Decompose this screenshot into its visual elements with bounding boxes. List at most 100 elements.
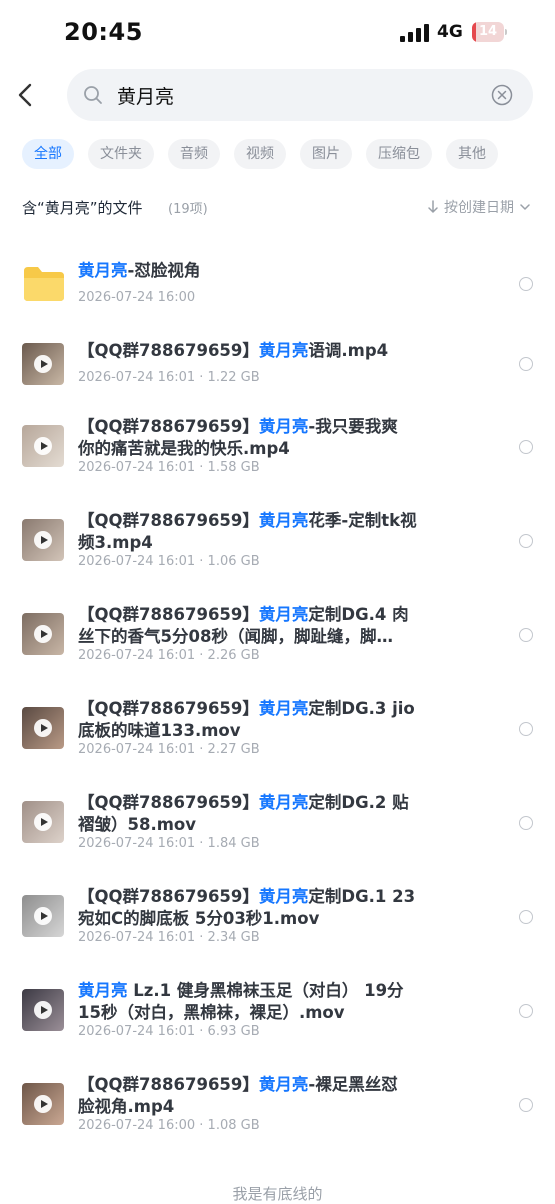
play-icon — [34, 531, 52, 549]
file-meta: 2026-07-24 16:01 · 2.34 GB — [78, 930, 260, 945]
keyword-highlight: 黄月亮 — [258, 511, 309, 530]
file-name: 【QQ群788679659】黄月亮-裸足黑丝怼 脸视角.mp4 — [78, 1074, 438, 1118]
filter-chip-archive[interactable]: 压缩包 — [366, 139, 432, 169]
file-name-line: 【QQ群788679659】黄月亮定制DG.2 贴 — [78, 792, 438, 814]
filter-chip-video[interactable]: 视频 — [234, 139, 286, 169]
file-name-line: 15秒（对白，黑棉袜，裸足）.mov — [78, 1002, 438, 1024]
file-name-text: 【QQ群788679659】 — [78, 417, 259, 436]
file-name: 【QQ群788679659】黄月亮定制DG.4 肉丝下的香气5分08秒（闻脚，脚… — [78, 604, 438, 648]
status-time: 20:45 — [64, 18, 143, 46]
select-radio[interactable] — [519, 628, 533, 642]
list-end-footer: 我是有底线的 — [232, 1185, 323, 1203]
file-name-text: 定制DG.4 肉 — [308, 605, 409, 624]
section-title: 含“黄月亮”的文件 — [22, 199, 143, 217]
file-name-line: 宛如C的脚底板 5分03秒1.mov — [78, 908, 438, 930]
filter-chip-image[interactable]: 图片 — [300, 139, 352, 169]
keyword-highlight: 黄月亮 — [258, 793, 309, 812]
file-name-text: 定制DG.1 23 — [308, 887, 416, 906]
file-name-line: 【QQ群788679659】黄月亮定制DG.3 jio — [78, 698, 438, 720]
status-bar: 20:45 4G 14 — [0, 0, 555, 64]
play-icon — [34, 1001, 52, 1019]
file-name-text: 脸视角.mp4 — [78, 1097, 175, 1116]
play-icon — [34, 719, 52, 737]
arrow-down-icon — [428, 200, 438, 213]
file-name: 黄月亮 Lz.1 健身黑棉袜玉足（对白） 19分 15秒（对白，黑棉袜，裸足）.m… — [78, 980, 438, 1024]
file-name-line: 你的痛苦就是我的快乐.mp4 — [78, 438, 438, 460]
select-radio[interactable] — [519, 534, 533, 548]
play-icon — [34, 437, 52, 455]
select-radio[interactable] — [519, 277, 533, 291]
keyword-highlight: 黄月亮 — [78, 981, 128, 1000]
file-meta: 2026-07-24 16:01 · 1.06 GB — [78, 554, 260, 569]
file-name-text: 褶皱）58.mov — [78, 815, 197, 834]
file-name-text: 【QQ群788679659】 — [78, 511, 259, 530]
file-name-text: 【QQ群788679659】 — [78, 341, 259, 360]
file-row[interactable]: 【QQ群788679659】黄月亮-我只要我爽 你的痛苦就是我的快乐.mp4 202… — [0, 400, 555, 494]
file-row[interactable]: 黄月亮 Lz.1 健身黑棉袜玉足（对白） 19分 15秒（对白，黑棉袜，裸足）.m… — [0, 964, 555, 1058]
network-type: 4G — [437, 22, 463, 42]
select-radio[interactable] — [519, 1098, 533, 1112]
sort-button[interactable]: 按创建日期 — [426, 197, 536, 217]
file-row[interactable]: 【QQ群788679659】黄月亮定制DG.1 23 宛如C的脚底板 5分03秒1… — [0, 870, 555, 964]
file-row[interactable]: 【QQ群788679659】黄月亮定制DG.2 贴褶皱）58.mov 2026-0… — [0, 776, 555, 870]
sort-label: 按创建日期 — [444, 200, 514, 216]
file-meta: 2026-07-24 16:01 · 2.27 GB — [78, 742, 260, 757]
search-icon — [84, 86, 102, 104]
chevron-down-icon — [520, 204, 530, 210]
select-radio[interactable] — [519, 1004, 533, 1018]
folder-icon — [24, 267, 64, 301]
play-icon — [34, 355, 52, 373]
file-meta: 2026-07-24 16:01 · 1.22 GB — [78, 370, 260, 385]
filter-chip-audio[interactable]: 音频 — [168, 139, 220, 169]
file-name-text: 【QQ群788679659】 — [78, 793, 259, 812]
file-name-line: 【QQ群788679659】黄月亮-裸足黑丝怼 — [78, 1074, 438, 1096]
file-name: 【QQ群788679659】黄月亮定制DG.2 贴褶皱）58.mov — [78, 792, 438, 836]
file-meta: 2026-07-24 16:01 · 1.58 GB — [78, 460, 260, 475]
file-name-text: -裸足黑丝怼 — [308, 1075, 398, 1094]
file-name-text: 15秒（对白，黑棉袜，裸足）.mov — [78, 1003, 345, 1022]
back-button[interactable] — [12, 80, 40, 110]
select-radio[interactable] — [519, 722, 533, 736]
keyword-highlight: 黄月亮 — [258, 887, 309, 906]
file-row[interactable]: 【QQ群788679659】黄月亮定制DG.4 肉丝下的香气5分08秒（闻脚，脚… — [0, 588, 555, 682]
video-thumbnail — [22, 989, 64, 1031]
file-name-line: 频3.mp4 — [78, 532, 438, 554]
file-row[interactable]: 【QQ群788679659】黄月亮花季-定制tk视 频3.mp4 2026-07-2… — [0, 494, 555, 588]
keyword-highlight: 黄月亮 — [258, 341, 309, 360]
file-row[interactable]: 【QQ群788679659】黄月亮-裸足黑丝怼 脸视角.mp4 2026-07-24… — [0, 1058, 555, 1152]
filter-chip-other[interactable]: 其他 — [446, 139, 498, 169]
filter-chip-all[interactable]: 全部 — [22, 139, 74, 169]
file-name-text: 丝下的香气5分08秒（闻脚，脚趾缝，脚… — [78, 627, 393, 646]
file-name-line: 【QQ群788679659】黄月亮-我只要我爽 — [78, 416, 438, 438]
select-radio[interactable] — [519, 910, 533, 924]
clear-icon[interactable] — [491, 84, 513, 106]
file-meta: 2026-07-24 16:00 — [78, 290, 196, 305]
filter-chip-folder[interactable]: 文件夹 — [88, 139, 154, 169]
file-name-text: 【QQ群788679659】 — [78, 605, 259, 624]
file-name-text: 【QQ群788679659】 — [78, 1075, 259, 1094]
file-name-text: 你的痛苦就是我的快乐.mp4 — [78, 439, 290, 458]
select-radio[interactable] — [519, 357, 533, 371]
select-radio[interactable] — [519, 816, 533, 830]
search-input[interactable] — [117, 79, 497, 111]
file-name-line: 褶皱）58.mov — [78, 814, 438, 836]
file-name: 【QQ群788679659】黄月亮花季-定制tk视 频3.mp4 — [78, 510, 438, 554]
file-name-text: -怼脸视角 — [127, 261, 201, 280]
file-name-line: 丝下的香气5分08秒（闻脚，脚趾缝，脚… — [78, 626, 438, 648]
search-box[interactable] — [67, 69, 533, 121]
video-thumbnail — [22, 519, 64, 561]
signal-icon — [400, 24, 430, 42]
video-thumbnail — [22, 707, 64, 749]
file-name: 【QQ群788679659】黄月亮定制DG.3 jio 底板的味道133.mov — [78, 698, 438, 742]
video-thumbnail — [22, 425, 64, 467]
keyword-highlight: 黄月亮 — [258, 605, 309, 624]
battery-icon: 14 — [472, 22, 508, 42]
select-radio[interactable] — [519, 440, 533, 454]
file-name-line: 【QQ群788679659】黄月亮花季-定制tk视 — [78, 510, 438, 532]
keyword-highlight: 黄月亮 — [258, 417, 309, 436]
file-row[interactable]: 【QQ群788679659】黄月亮定制DG.3 jio 底板的味道133.mov 2… — [0, 682, 555, 776]
play-icon — [34, 625, 52, 643]
file-meta: 2026-07-24 16:01 · 1.84 GB — [78, 836, 260, 851]
file-name: 【QQ群788679659】黄月亮定制DG.1 23 宛如C的脚底板 5分03秒1… — [78, 886, 438, 930]
result-count: (19项) — [168, 202, 208, 217]
